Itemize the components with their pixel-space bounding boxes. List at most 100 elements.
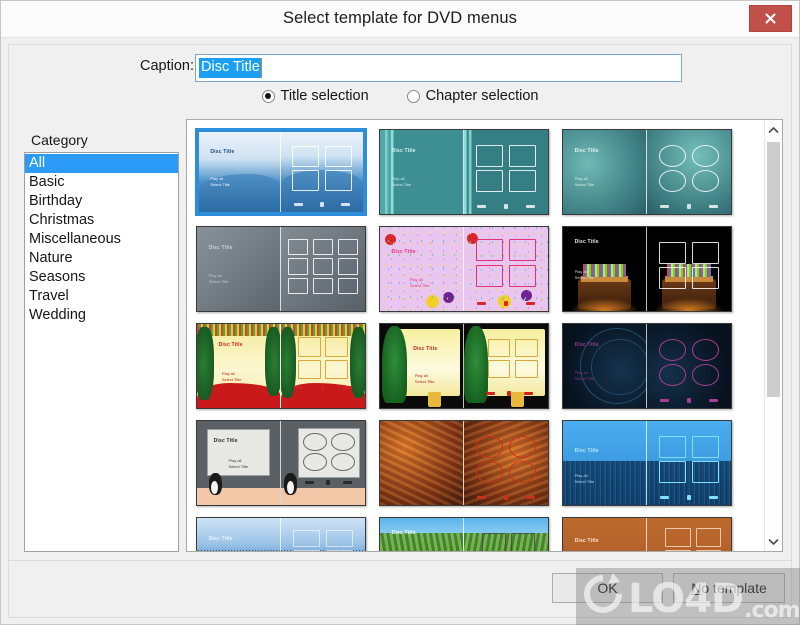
template-chapter-boxes (475, 436, 537, 484)
template-left-pane: Disc Title Play allSelect Title (197, 518, 281, 551)
caption-input[interactable]: Disc Title (195, 54, 682, 82)
template-panel: Disc Title Play all Select Title Disc Ti… (186, 119, 783, 552)
dialog-window: Select template for DVD menus Caption: D… (0, 0, 800, 625)
template-right-pane (464, 421, 548, 505)
scroll-up-button[interactable] (765, 121, 782, 138)
template-title-text: Disc Title (574, 147, 599, 154)
dialog-footer: OK No template (8, 560, 792, 618)
template-thumb-grey-blur[interactable]: Disc Title Play all Select Title (196, 226, 366, 312)
template-chapter-boxes (292, 529, 354, 551)
category-item-basic[interactable]: Basic (25, 173, 178, 192)
template-left-pane: Disc Title Play allSelect Title (380, 227, 464, 311)
template-chapter-boxes (658, 436, 720, 484)
template-right-pane (647, 421, 731, 505)
category-item-all[interactable]: All (25, 154, 178, 173)
template-thumb-winter-trees[interactable]: Disc Title Play allSelect Title (196, 517, 366, 551)
template-right-pane (647, 518, 731, 551)
template-grid: Disc Title Play all Select Title Disc Ti… (187, 120, 764, 551)
template-thumb-christmas-lights[interactable]: Disc Title Play all Select Title (196, 323, 366, 409)
template-title-text: Disc Title (574, 341, 599, 348)
template-left-pane: Disc Title Play allSelect Title (563, 227, 647, 311)
category-item-wedding[interactable]: Wedding (25, 306, 178, 325)
template-thumb-teal-stripes[interactable]: Disc Title Play all Select Title (379, 129, 549, 215)
template-left-pane: Disc Title Play allSelect Title (197, 324, 281, 408)
template-title-text: Disc Title (218, 342, 243, 349)
template-right-pane (647, 324, 731, 408)
scroll-down-button[interactable] (765, 533, 782, 550)
template-right-pane (647, 130, 731, 214)
category-item-miscellaneous[interactable]: Miscellaneous (25, 230, 178, 249)
category-item-seasons[interactable]: Seasons (25, 268, 178, 287)
template-scrollbar[interactable] (764, 120, 782, 551)
category-label: Category (31, 132, 88, 148)
template-thumb-teal-texture[interactable]: Disc Title Play all Select Title (562, 129, 732, 215)
template-right-pane (464, 324, 548, 408)
chevron-down-icon (768, 533, 779, 551)
template-left-pane: Disc Title Play allSelect Title (197, 227, 281, 311)
radio-title-selection-label: Title selection (280, 88, 369, 104)
template-title-text: Disc Title (413, 345, 438, 352)
template-thumb-penguin-kitchen[interactable]: Disc Title Play all Select Title (196, 420, 366, 506)
no-template-button[interactable]: No template (673, 573, 785, 603)
template-left-pane: Disc Title Play allSelect Title (197, 421, 281, 505)
radio-title-selection[interactable]: Title selection (261, 88, 369, 104)
close-icon (764, 12, 777, 25)
template-thumb-autumn-pumpkins[interactable]: Disc Title Play allSelect Title (562, 517, 732, 551)
template-chapter-boxes (287, 238, 359, 295)
template-title-text: Disc Title (208, 244, 233, 251)
template-title-text: Disc Title (574, 238, 599, 245)
template-right-pane (464, 130, 548, 214)
template-left-pane: Disc Title Play allSelect Title (563, 130, 647, 214)
category-list[interactable]: All Basic Birthday Christmas Miscellaneo… (24, 152, 179, 552)
scrollbar-thumb[interactable] (767, 142, 780, 397)
template-right-pane (464, 518, 548, 551)
ok-button-label: OK (597, 580, 618, 596)
category-item-travel[interactable]: Travel (25, 287, 178, 306)
ok-button[interactable]: OK (552, 573, 663, 603)
caption-label: Caption: (140, 58, 195, 74)
template-thumb-blue-forest[interactable]: Disc Title Play all Select Title (562, 420, 732, 506)
category-item-birthday[interactable]: Birthday (25, 192, 178, 211)
template-right-pane (281, 518, 365, 551)
template-chapter-boxes (292, 146, 352, 192)
template-right-pane (647, 227, 731, 311)
category-item-christmas[interactable]: Christmas (25, 211, 178, 230)
template-thumb-dark-swirl[interactable]: Disc Title Play all Select Title (562, 323, 732, 409)
template-left-pane: Disc Title Play allSelect Title (380, 130, 464, 214)
category-item-nature[interactable]: Nature (25, 249, 178, 268)
template-chapter-boxes (475, 145, 537, 193)
template-left-pane: Disc Title (380, 518, 464, 551)
dialog-body: Caption: Disc Title Title selection Chap… (8, 44, 792, 560)
caption-input-value: Disc Title (199, 58, 262, 78)
template-title-text: Disc Title (574, 447, 599, 454)
radio-chapter-selection-label: Chapter selection (425, 88, 539, 104)
template-thumb-spring-park[interactable]: Disc Title (379, 517, 549, 551)
template-chapter-boxes (658, 145, 720, 193)
radio-chapter-selection[interactable]: Chapter selection (406, 88, 539, 104)
radio-off-icon (406, 89, 420, 103)
template-left-pane: Disc Title Play allSelect Title (563, 518, 647, 551)
category-panel: Category All Basic Birthday Christmas Mi… (16, 119, 186, 560)
template-left-pane: Disc Title Play allSelect Title (199, 132, 281, 212)
template-right-pane (281, 324, 365, 408)
template-title-text: Disc Title (574, 538, 599, 545)
template-left-pane: Disc Title Play allSelect Title (563, 421, 647, 505)
template-title-text: Disc Title (391, 529, 416, 536)
template-scroll-area: Disc Title Play all Select Title Disc Ti… (187, 120, 764, 551)
template-thumb-blue-wave[interactable]: Disc Title Play all Select Title (196, 129, 366, 215)
title-bar: Select template for DVD menus (1, 1, 799, 38)
close-button[interactable] (749, 5, 792, 32)
chevron-up-icon (768, 121, 779, 139)
template-thumb-christmas-tree[interactable]: Disc Title Play all Select Title (379, 323, 549, 409)
template-right-pane (281, 421, 365, 505)
no-template-button-label: No template (691, 580, 767, 596)
template-left-pane (380, 421, 464, 505)
template-right-pane (464, 227, 548, 311)
template-thumb-birthday-cake[interactable]: Disc Title Play all Select Title (562, 226, 732, 312)
template-thumb-birthday-confetti[interactable]: Disc Title Play all Select Title (379, 226, 549, 312)
template-thumb-orange-clouds[interactable] (379, 420, 549, 506)
template-right-pane (281, 132, 363, 212)
radio-on-icon (261, 89, 275, 103)
caption-row: Caption: Disc Title (9, 54, 791, 82)
page-title: Select template for DVD menus (283, 9, 517, 27)
